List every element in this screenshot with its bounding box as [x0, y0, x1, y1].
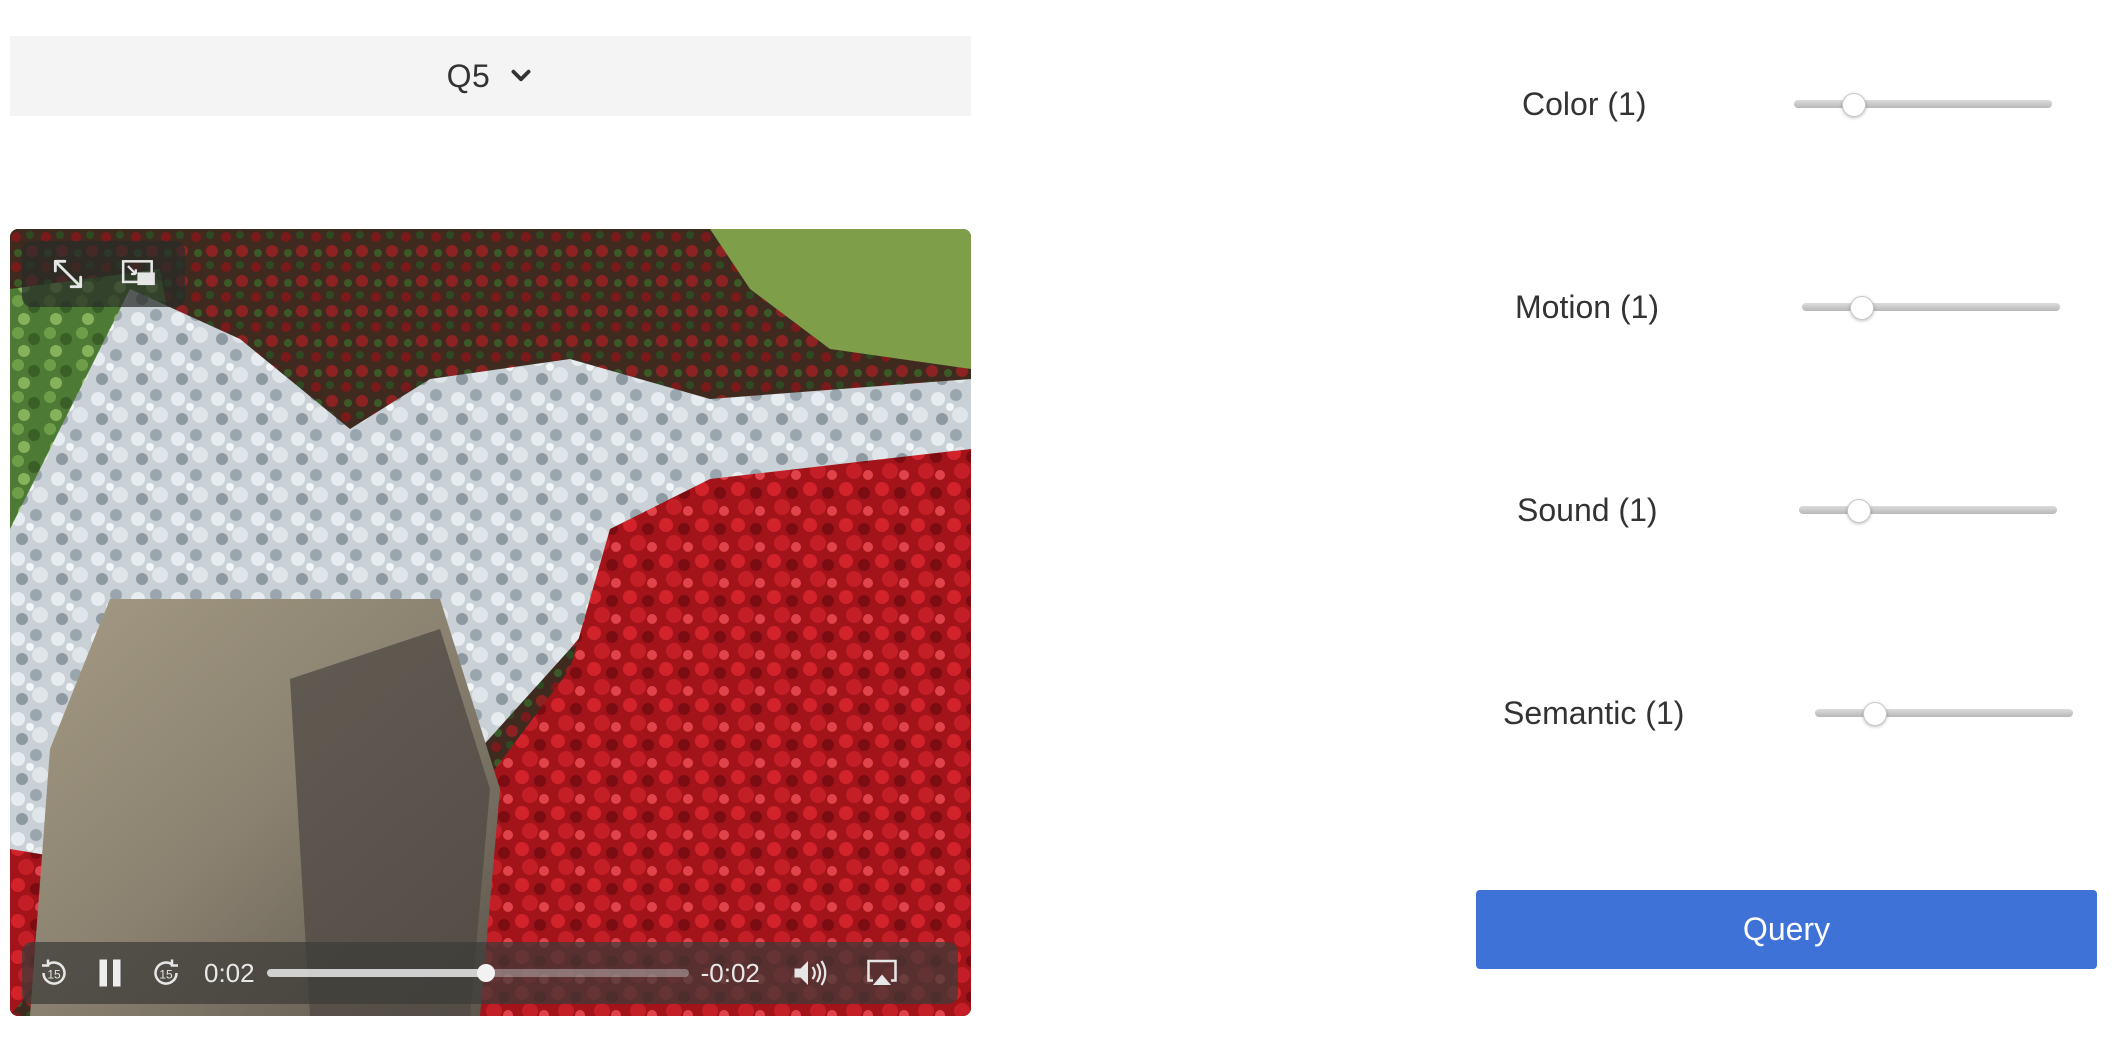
pause-icon[interactable] — [92, 955, 128, 991]
color-slider-thumb[interactable] — [1842, 93, 1867, 117]
rewind-15-icon[interactable]: 15 — [36, 955, 72, 991]
elapsed-time: 0:02 — [204, 957, 255, 988]
motion-slider-thumb[interactable] — [1850, 296, 1875, 320]
slider-row-sound: Sound (1) — [1500, 480, 2065, 540]
progress-scrubber-handle[interactable] — [477, 964, 496, 982]
sound-slider-label: Sound (1) — [1517, 492, 1658, 528]
forward-15-icon[interactable]: 15 — [148, 955, 184, 991]
page: Q5 15 15 0:02 -0:02 Color (1) Motion (1)… — [0, 0, 2118, 1051]
semantic-slider-label: Semantic (1) — [1503, 695, 1685, 731]
sound-slider[interactable] — [1799, 499, 2057, 523]
slider-row-motion: Motion (1) — [1500, 277, 2065, 337]
motion-slider[interactable] — [1802, 296, 2060, 320]
video-progress-bar[interactable] — [266, 964, 689, 982]
slider-row-semantic: Semantic (1) — [1500, 683, 2080, 743]
expand-icon[interactable] — [49, 255, 87, 293]
video-top-controls — [22, 241, 185, 307]
video-control-bar: 15 15 0:02 -0:02 — [22, 942, 958, 1004]
airplay-icon[interactable] — [864, 955, 900, 991]
semantic-slider-thumb[interactable] — [1863, 702, 1888, 726]
motion-slider-label: Motion (1) — [1515, 289, 1660, 325]
remaining-time: -0:02 — [700, 957, 760, 988]
chevron-down-icon — [511, 69, 531, 82]
dropdown-selected-value: Q5 — [446, 57, 491, 94]
video-player[interactable]: 15 15 0:02 -0:02 — [10, 229, 971, 1016]
picture-in-picture-icon[interactable] — [120, 255, 158, 293]
video-frame-garden-image — [10, 229, 971, 1016]
speaker-volume-icon[interactable] — [790, 955, 832, 991]
color-slider-label: Color (1) — [1522, 86, 1647, 122]
forward-15-label: 15 — [159, 967, 173, 981]
rewind-15-label: 15 — [47, 967, 61, 981]
sound-slider-thumb[interactable] — [1847, 499, 1872, 523]
query-select-dropdown[interactable]: Q5 — [10, 36, 971, 116]
progress-fill — [266, 969, 487, 977]
query-button[interactable]: Query — [1476, 890, 2097, 969]
slider-row-color: Color (1) — [1500, 74, 2060, 134]
color-slider[interactable] — [1794, 93, 2052, 117]
semantic-slider[interactable] — [1815, 702, 2073, 726]
